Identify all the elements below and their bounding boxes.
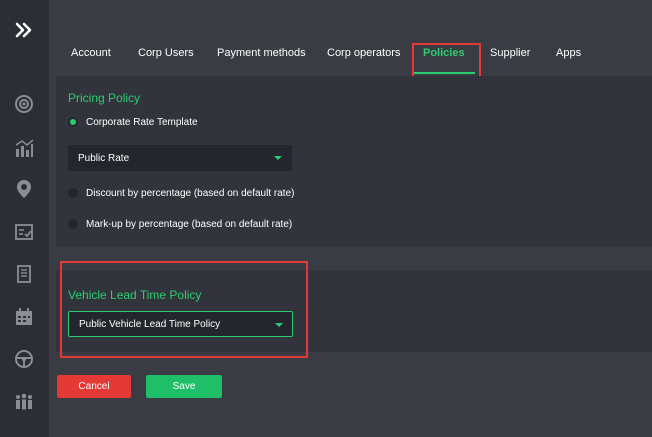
- tab-corp-users[interactable]: Corp Users: [138, 47, 194, 59]
- cancel-button[interactable]: Cancel: [57, 375, 131, 398]
- save-button[interactable]: Save: [146, 375, 222, 398]
- radio-button[interactable]: [68, 188, 78, 198]
- checklist-icon[interactable]: [13, 221, 35, 243]
- radio-discount-by-percentage[interactable]: Discount by percentage (based on default…: [68, 185, 294, 201]
- main-content: Account Corp Users Payment methods Corp …: [49, 0, 652, 437]
- location-pin-icon[interactable]: [13, 178, 35, 200]
- select-value: Public Vehicle Lead Time Policy: [79, 318, 221, 330]
- expand-icon[interactable]: [14, 20, 34, 40]
- pricing-policy-panel: Pricing Policy Corporate Rate Template P…: [56, 76, 652, 247]
- radio-label: Discount by percentage (based on default…: [86, 187, 295, 199]
- vehicle-lead-time-policy-title: Vehicle Lead Time Policy: [68, 288, 202, 302]
- radio-markup-by-percentage[interactable]: Mark-up by percentage (based on default …: [68, 216, 292, 232]
- tab-bar: Account Corp Users Payment methods Corp …: [49, 0, 652, 76]
- tab-payment-methods[interactable]: Payment methods: [217, 47, 306, 59]
- caret-down-icon: [274, 156, 282, 160]
- radio-button-checked[interactable]: [68, 117, 78, 127]
- group-icon[interactable]: [13, 390, 35, 412]
- document-icon[interactable]: [13, 263, 35, 285]
- analytics-icon[interactable]: [13, 137, 35, 159]
- active-tab-indicator: [413, 72, 475, 74]
- pricing-policy-title: Pricing Policy: [68, 91, 141, 105]
- select-value: Public Rate: [78, 152, 130, 164]
- caret-down-icon: [275, 323, 283, 327]
- radio-corporate-rate-template[interactable]: Corporate Rate Template: [68, 114, 198, 130]
- tab-account[interactable]: Account: [71, 47, 111, 59]
- radio-button[interactable]: [68, 219, 78, 229]
- steering-wheel-icon[interactable]: [13, 348, 35, 370]
- target-icon[interactable]: [13, 93, 35, 115]
- tab-corp-operators[interactable]: Corp operators: [327, 47, 400, 59]
- radio-label: Mark-up by percentage (based on default …: [86, 218, 293, 230]
- tab-apps[interactable]: Apps: [556, 47, 581, 59]
- sidebar: [0, 0, 49, 437]
- tab-supplier[interactable]: Supplier: [490, 47, 530, 59]
- vehicle-lead-time-policy-select[interactable]: Public Vehicle Lead Time Policy: [68, 311, 293, 337]
- rate-template-select[interactable]: Public Rate: [68, 145, 292, 171]
- vehicle-lead-time-policy-panel: Vehicle Lead Time Policy Public Vehicle …: [56, 270, 652, 352]
- radio-label: Corporate Rate Template: [86, 116, 198, 128]
- calendar-icon[interactable]: [13, 306, 35, 328]
- tab-policies[interactable]: Policies: [423, 47, 465, 59]
